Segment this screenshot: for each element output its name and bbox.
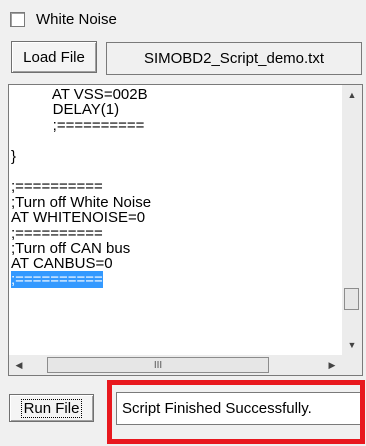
vertical-scrollbar[interactable]: ▲ ▼ [342,85,362,355]
script-line [11,133,341,148]
script-line: DELAY(1) [11,102,341,117]
arrow-up-icon[interactable]: ▲ [342,85,362,105]
highlight-box [107,380,365,444]
white-noise-checkbox[interactable] [10,11,25,27]
script-line-text: } [11,147,17,165]
script-line-text: AT CANBUS=0 [11,255,113,273]
run-file-label: Run File [20,398,83,418]
script-line: AT VSS=002B [11,87,341,102]
script-line: } [11,147,341,165]
vertical-scroll-thumb[interactable] [344,288,359,310]
scrollbar-corner [342,355,362,375]
file-name-field: SIMOBD2_Script_demo.txt [106,42,362,75]
script-lines[interactable]: AT VSS=002B DELAY(1) ;==========} ;======… [11,87,341,353]
arrow-right-icon[interactable]: ▶ [322,355,342,375]
script-line: ;========== [11,179,341,194]
load-file-button[interactable]: Load File [11,41,97,73]
script-line-text: ;========== [11,116,145,134]
white-noise-label: White Noise [36,10,117,28]
script-line [11,164,341,179]
script-line: ;========== [11,118,341,133]
arrow-down-icon[interactable]: ▼ [342,335,362,355]
script-line: ;========== [11,225,341,241]
horizontal-scrollbar[interactable]: ◀ III ▶ [9,355,342,375]
script-line-text: ;========== [11,270,103,288]
white-noise-checkbox-row[interactable]: White Noise [10,9,117,29]
horizontal-scroll-thumb[interactable]: III [47,357,269,373]
script-line: AT WHITENOISE=0 [11,210,341,225]
arrow-left-icon[interactable]: ◀ [9,355,29,375]
scroll-grip: III [153,359,163,371]
script-line: AT CANBUS=0 [11,256,341,271]
run-file-button[interactable]: Run File [9,394,94,422]
script-line: ;Turn off CAN bus [11,241,341,256]
script-line: ;Turn off White Noise [11,195,341,210]
script-text-area[interactable]: AT VSS=002B DELAY(1) ;==========} ;======… [8,84,363,376]
script-line: ;========== [11,270,341,288]
